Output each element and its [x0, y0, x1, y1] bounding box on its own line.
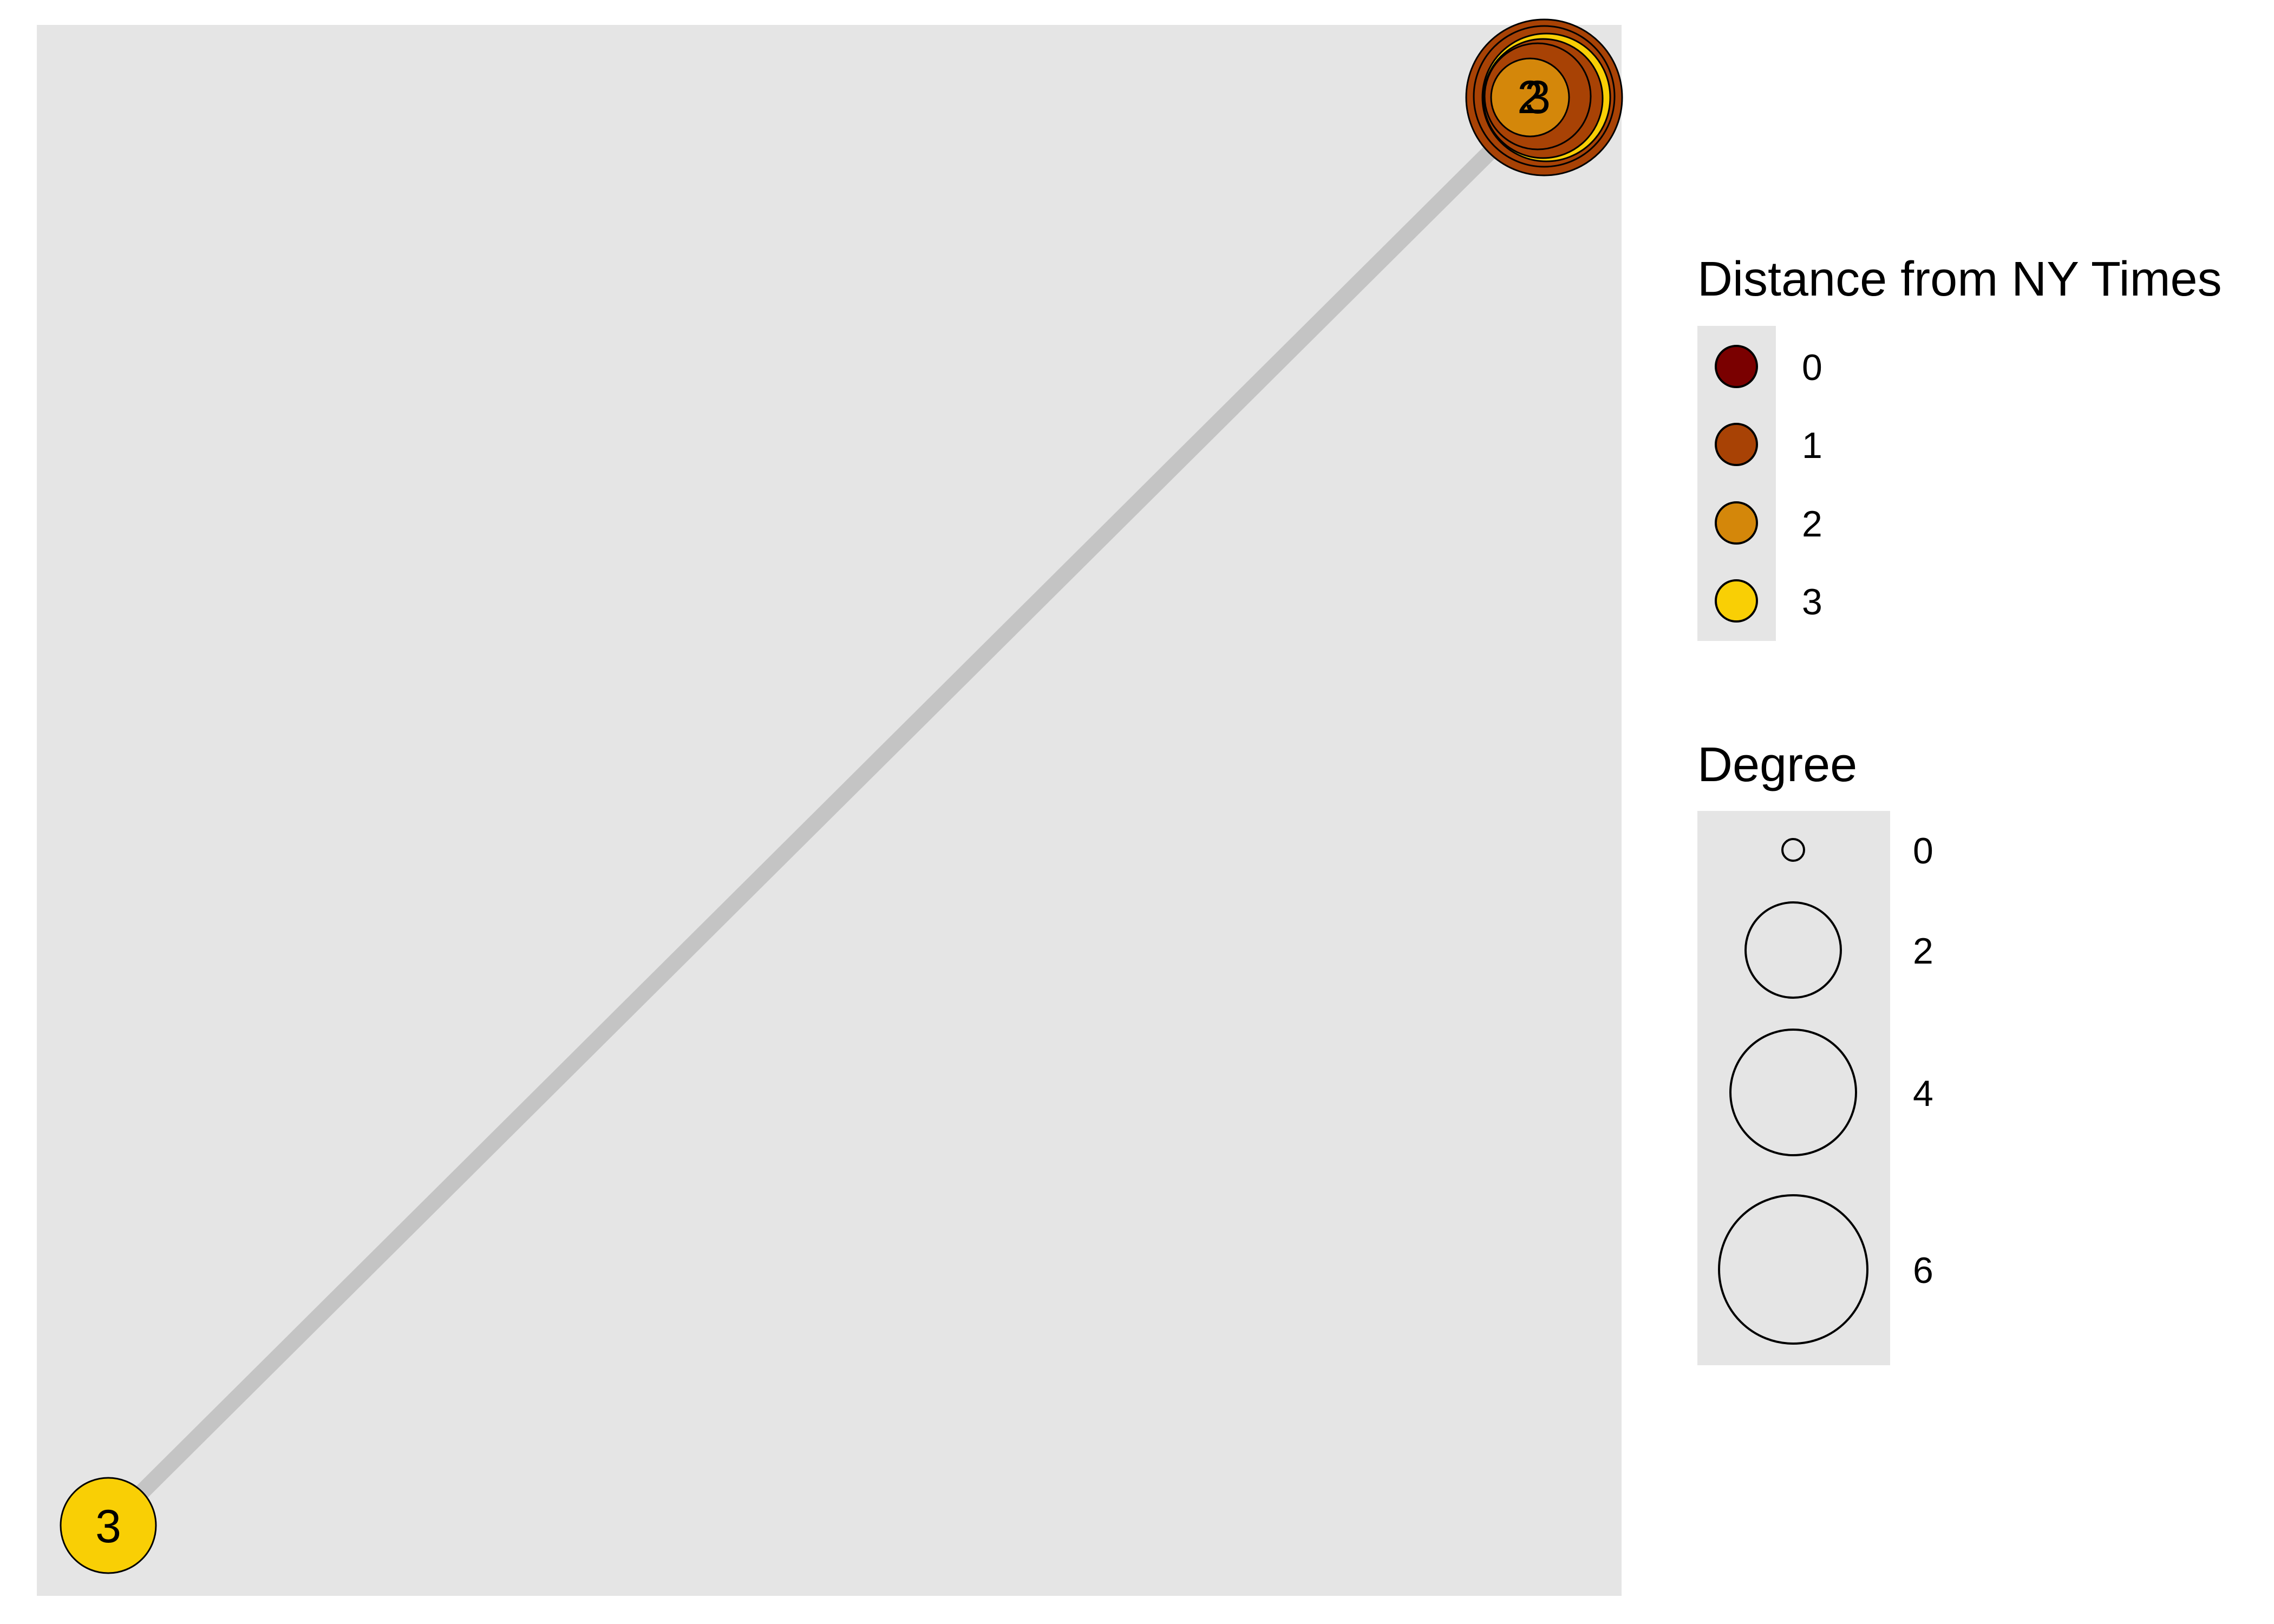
legend-distance-label: 0 [1802, 347, 1822, 388]
legend-distance-label: 2 [1802, 503, 1822, 545]
legend-distance-swatch [1715, 423, 1758, 466]
legend-distance-label: 1 [1802, 425, 1822, 466]
legend-distance-title: Distance from NY Times [1697, 252, 2222, 306]
legend-distance-swatch [1715, 345, 1758, 388]
legend-distance-swatch [1715, 579, 1758, 623]
legend-degree-label: 4 [1913, 1073, 1933, 1114]
network-diagram: 2 3 3 Distance from NY Times 0 1 2 3 Deg… [37, 18, 2222, 1596]
legend-degree-title: Degree [1697, 738, 1857, 792]
legend-degree-label: 2 [1913, 931, 1933, 972]
node-label-far: 3 [95, 1501, 121, 1553]
node-cluster: 2 3 [1465, 18, 1623, 176]
legend-degree-circle [1729, 1029, 1857, 1156]
legend-degree-circle [1781, 838, 1805, 862]
legend-degree-label: 6 [1913, 1250, 1933, 1291]
legend-distance-label: 3 [1802, 581, 1822, 623]
legend-distance: Distance from NY Times 0 1 2 3 [1697, 252, 2222, 641]
node-label: 3 [1525, 71, 1551, 123]
legend-distance-swatch [1715, 501, 1758, 545]
legend-degree-circle [1718, 1194, 1868, 1345]
legend-degree-label: 0 [1913, 830, 1933, 872]
legend-degree: Degree 0 2 4 6 [1697, 738, 1933, 1365]
legend-degree-circle [1744, 901, 1842, 999]
